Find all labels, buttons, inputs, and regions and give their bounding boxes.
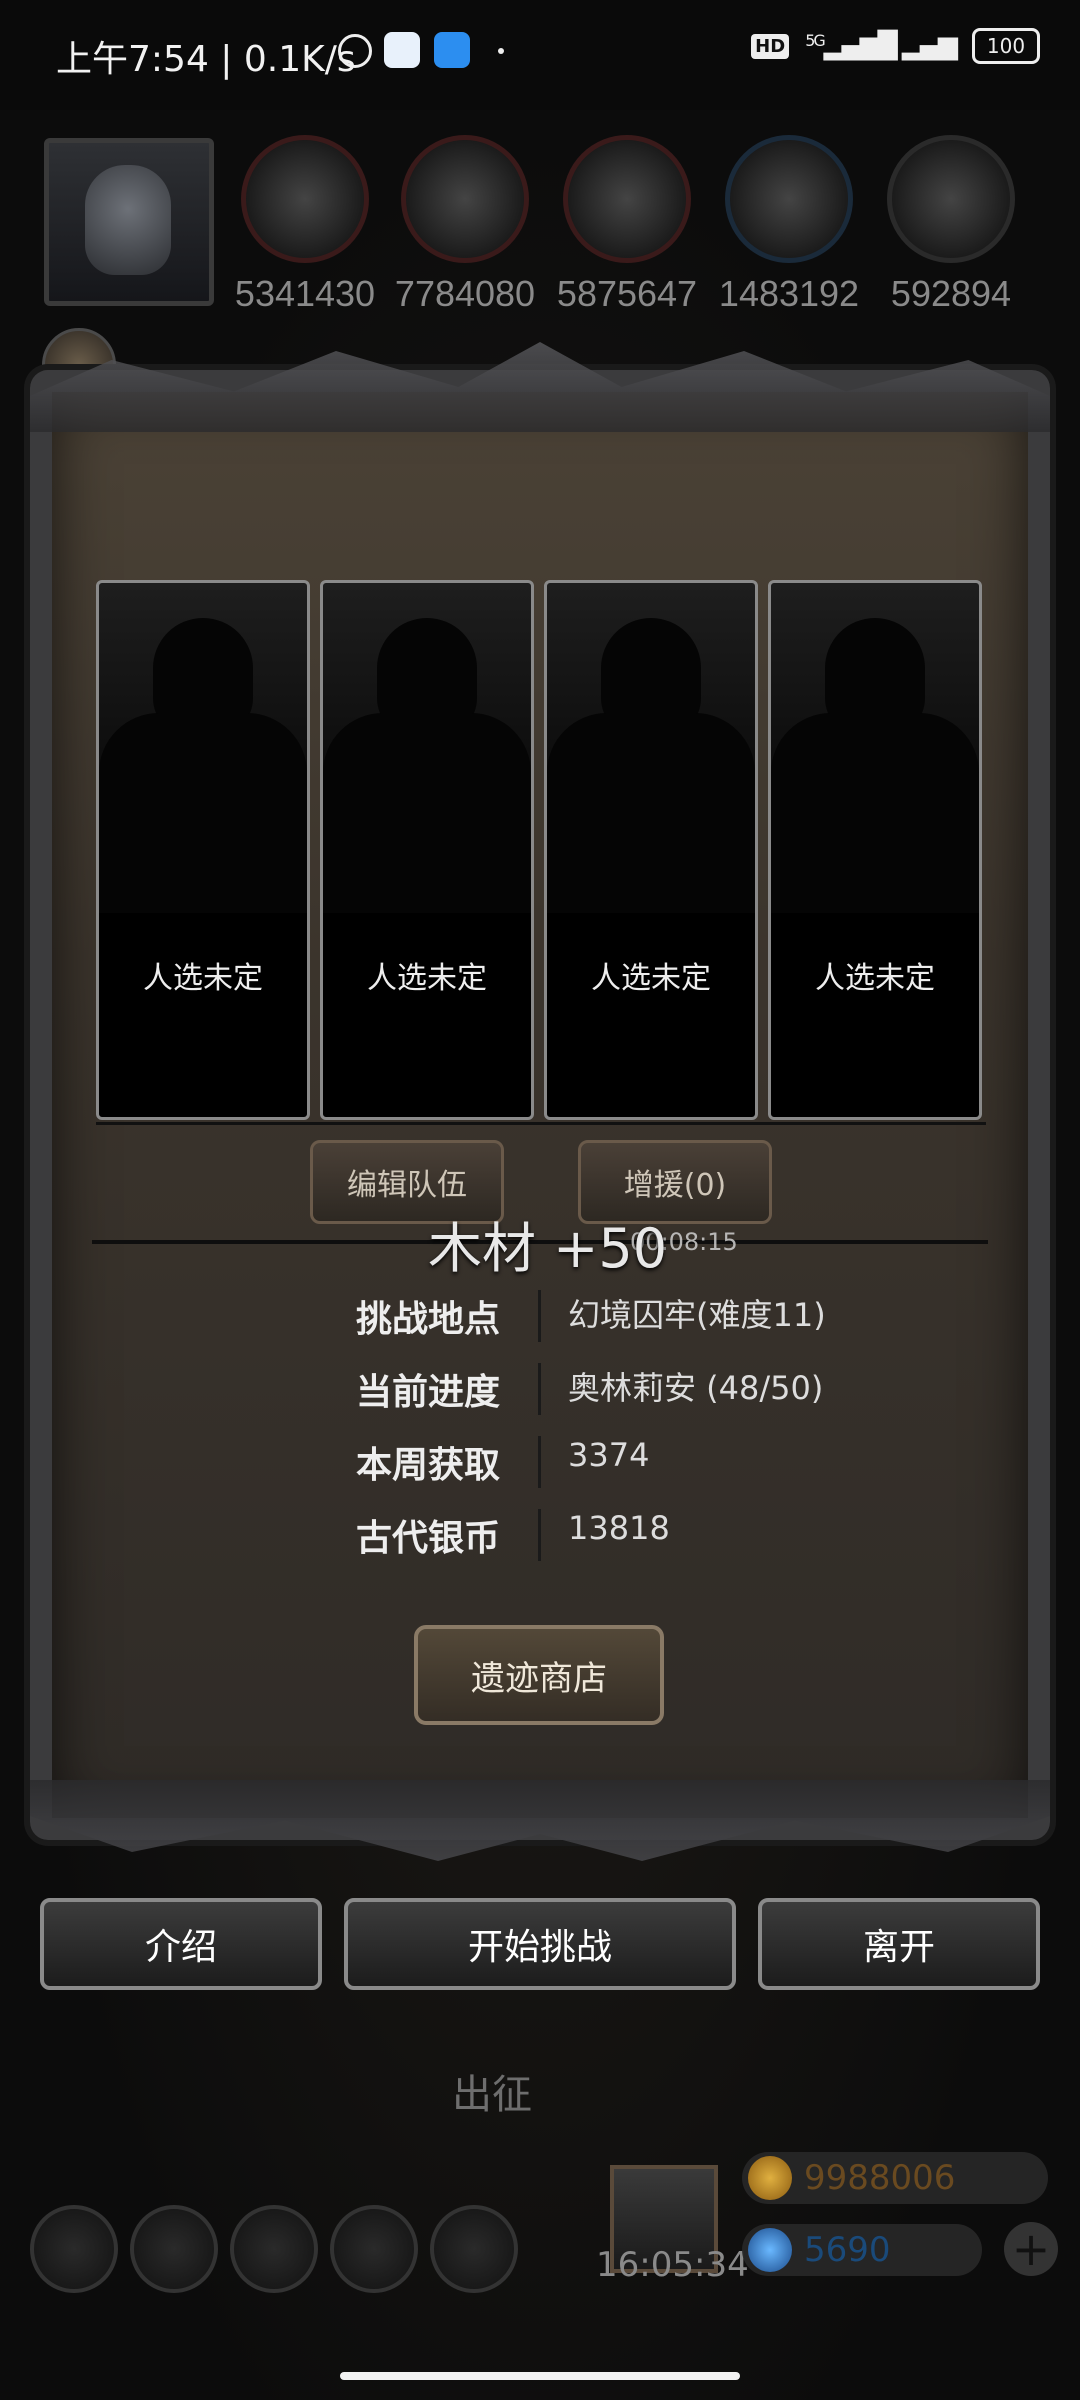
castle-icon[interactable] [230,2205,318,2293]
reward-toast: 木材 +50 [428,1217,668,1280]
app-notification-icon-2 [434,32,470,68]
shield-icon[interactable] [430,2205,518,2293]
star-icon[interactable] [130,2205,218,2293]
march-label: 出征 [452,2072,532,2118]
gold-counter: 9988006 [742,2152,1048,2204]
settings-icon[interactable] [30,2205,118,2293]
team-slot-3[interactable]: 人选未定 [544,580,758,1120]
meat-icon [241,135,369,263]
gem-counter: 5690 [742,2224,982,2276]
app-notification-icon [384,32,420,68]
challenge-panel: 人选未定 人选未定 人选未定 人选未定 编辑队伍 增援(0) 00:08:15 … [30,342,1050,1861]
intro-button[interactable]: 介绍 [40,1898,322,1990]
gem-icon [748,2228,792,2272]
hero-avatar[interactable] [44,138,214,306]
gold-coin-icon [748,2156,792,2200]
team-slot-1[interactable]: 人选未定 [96,580,310,1120]
mail-icon[interactable] [330,2205,418,2293]
relic-shop-button[interactable]: 遗迹商店 [414,1625,664,1725]
team-slot-2[interactable]: 人选未定 [320,580,534,1120]
resource-meat[interactable]: 5341430 [225,135,385,315]
leave-button[interactable]: 离开 [758,1898,1040,1990]
team-slots: 人选未定 人选未定 人选未定 人选未定 [96,580,986,1120]
status-time: 上午7:54 | 0.1K/s [56,39,356,80]
wood-icon [401,135,529,263]
status-bar: 上午7:54 | 0.1K/s HD 5G▂▄▆█ ▂▄▆ 100 [0,0,1080,110]
info-row-silver: 古代银币 13818 [355,1509,670,1561]
signal-icon: 5G▂▄▆█ ▂▄▆ [805,31,958,61]
gift-timer: 16:05:34 [596,2245,749,2285]
info-row-progress: 当前进度 奥林莉安 (48/50) [30,1363,1050,1423]
battery-icon: 100 [972,28,1040,64]
status-right: HD 5G▂▄▆█ ▂▄▆ 100 [751,28,1040,64]
resource-iron[interactable]: 592894 [871,135,1031,315]
home-indicator[interactable] [340,2372,740,2380]
info-row-weekly: 本周获取 3374 [355,1436,650,1488]
resource-wood[interactable]: 7784080 [385,135,545,315]
info-row-location: 挑战地点 幻境囚牢(难度11) [30,1290,1050,1350]
add-currency-button[interactable]: + [1004,2222,1058,2276]
resource-stone[interactable]: 5875647 [547,135,707,315]
dot-icon [498,48,504,54]
team-slot-4[interactable]: 人选未定 [768,580,982,1120]
stone-icon [563,135,691,263]
start-challenge-button[interactable]: 开始挑战 [344,1898,736,1990]
alarm-icon [338,34,372,68]
resource-crystal[interactable]: 1483192 [709,135,869,315]
crystal-icon [725,135,853,263]
slots-divider [96,1122,986,1125]
hd-icon: HD [751,33,790,59]
iron-icon [887,135,1015,263]
